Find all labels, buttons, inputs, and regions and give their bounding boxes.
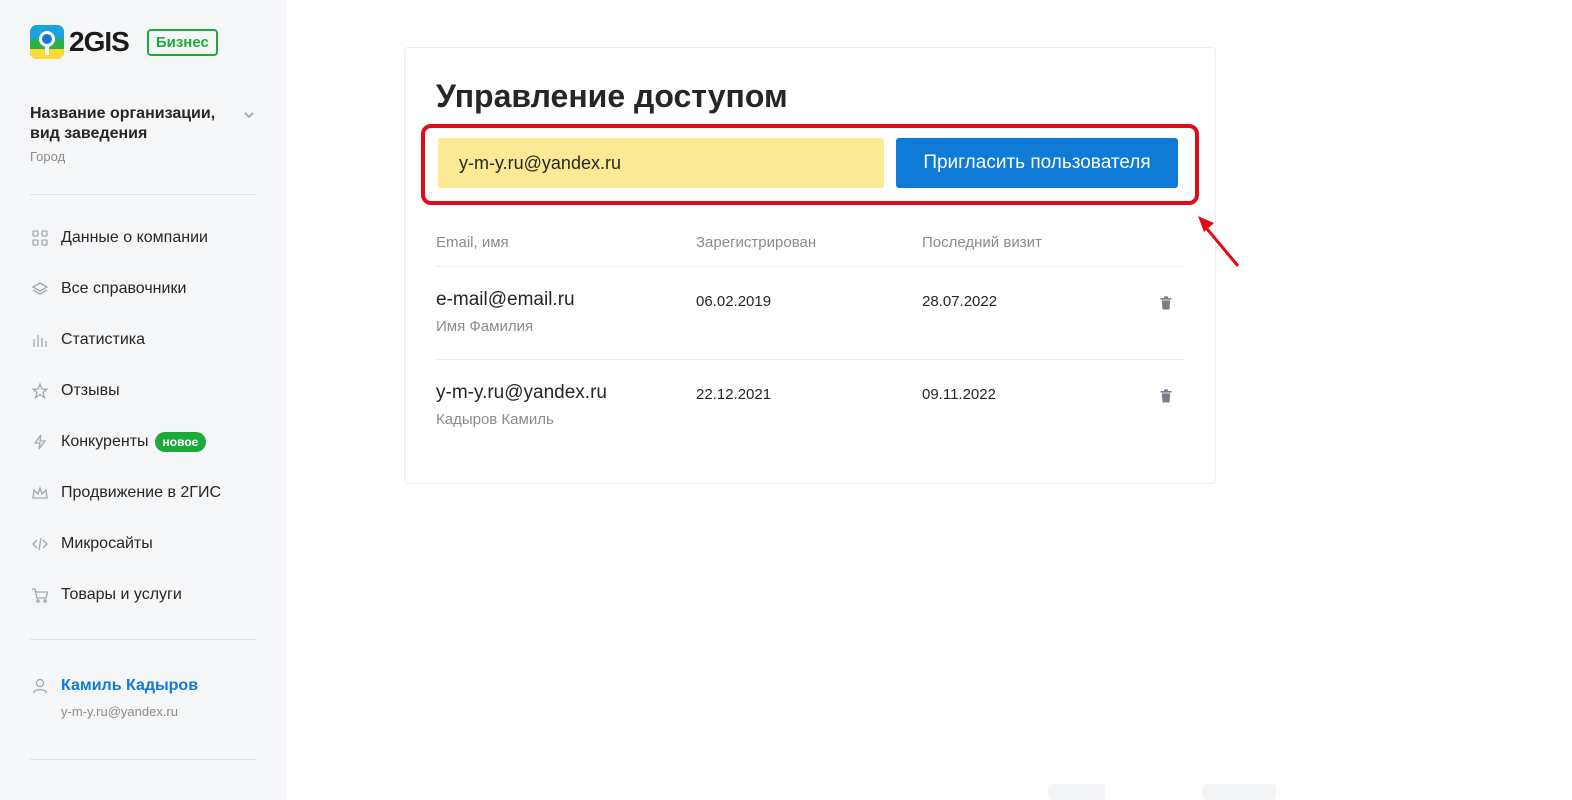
bar-chart-icon (30, 330, 50, 350)
user-icon (30, 676, 50, 696)
layers-icon (30, 279, 50, 299)
chevron-down-icon (244, 112, 254, 119)
star-icon (30, 381, 50, 401)
user-email-cell: e-mail@email.ru (436, 289, 575, 310)
table-row: e-mail@email.ru Имя Фамилия 06.02.2019 2… (436, 267, 1184, 360)
logo-text: 2GIS (69, 26, 130, 57)
sidebar-item-competitors[interactable]: Конкуренты новое (30, 416, 256, 467)
sidebar-item-label: Статистика (61, 330, 146, 348)
new-badge: новое (154, 431, 207, 452)
sidebar-item-label: Продвижение в 2ГИС (61, 483, 221, 501)
2gis-logo-icon (30, 25, 64, 59)
background-block (1203, 784, 1276, 800)
brand-logo[interactable]: 2GIS Бизнес (30, 24, 218, 60)
sidebar-item-reviews[interactable]: Отзывы (30, 365, 256, 416)
business-badge: Бизнес (146, 28, 218, 56)
users-table: Email, имя Зарегистрирован Последний виз… (436, 218, 1184, 453)
sidebar-item-label: Отзывы (61, 381, 120, 399)
crown-icon (30, 483, 50, 503)
sidebar-divider (30, 194, 256, 195)
sidebar-divider (30, 639, 256, 640)
column-header-registered: Зарегистрирован (696, 233, 817, 251)
sidebar: 2GIS Бизнес Название организации, вид за… (0, 0, 287, 800)
trash-icon[interactable] (1158, 388, 1174, 404)
user-email-cell: y-m-y.ru@yandex.ru (436, 382, 607, 403)
page-title: Управление доступом (436, 78, 788, 114)
organization-name: Название организации, вид заведения (30, 105, 216, 142)
registered-date-cell: 22.12.2021 (696, 386, 772, 403)
column-header-email: Email, имя (436, 233, 509, 251)
sidebar-item-statistics[interactable]: Статистика (30, 314, 256, 365)
sidebar-item-label: Микросайты (61, 534, 153, 552)
last-visit-cell: 09.11.2022 (922, 386, 996, 403)
table-header: Email, имя Зарегистрирован Последний виз… (436, 218, 1184, 267)
sidebar-item-company-data[interactable]: Данные о компании (30, 212, 256, 263)
organization-city: Город (30, 149, 66, 164)
trash-icon[interactable] (1158, 295, 1174, 311)
sidebar-item-microsites[interactable]: Микросайты (30, 518, 256, 569)
sidebar-item-products[interactable]: Товары и услуги (30, 569, 256, 620)
lightning-icon (30, 432, 50, 452)
user-name-cell: Имя Фамилия (436, 318, 534, 335)
user-email: y-m-y.ru@yandex.ru (61, 704, 178, 719)
background-block (1048, 784, 1105, 800)
sidebar-item-directories[interactable]: Все справочники (30, 263, 256, 314)
sidebar-item-label: Конкуренты (61, 432, 149, 450)
sidebar-nav: Данные о компании Все справочники Статис… (30, 212, 256, 620)
invite-email-input[interactable] (438, 138, 884, 188)
cart-icon (30, 585, 50, 605)
organization-selector[interactable]: Название организации, вид заведения Горо… (30, 104, 256, 164)
access-management-card: Управление доступом Пригласить пользоват… (404, 47, 1216, 484)
registered-date-cell: 06.02.2019 (696, 293, 772, 310)
column-header-last-visit: Последний визит (922, 233, 1042, 251)
user-profile[interactable]: Камиль Кадыров y-m-y.ru@yandex.ru (30, 676, 256, 719)
sidebar-item-label: Товары и услуги (61, 585, 182, 603)
user-name[interactable]: Камиль Кадыров (61, 677, 198, 695)
code-icon (30, 534, 50, 554)
invite-user-button[interactable]: Пригласить пользователя (896, 138, 1178, 188)
invite-form: Пригласить пользователя (438, 138, 1180, 188)
sidebar-item-promotion[interactable]: Продвижение в 2ГИС (30, 467, 256, 518)
user-name-cell: Кадыров Камиль (436, 411, 554, 428)
sidebar-item-label: Все справочники (61, 279, 187, 297)
table-row: y-m-y.ru@yandex.ru Кадыров Камиль 22.12.… (436, 360, 1184, 453)
sidebar-divider (30, 759, 256, 760)
sidebar-item-label: Данные о компании (61, 228, 208, 246)
last-visit-cell: 28.07.2022 (922, 293, 998, 310)
grid-icon (30, 228, 50, 248)
